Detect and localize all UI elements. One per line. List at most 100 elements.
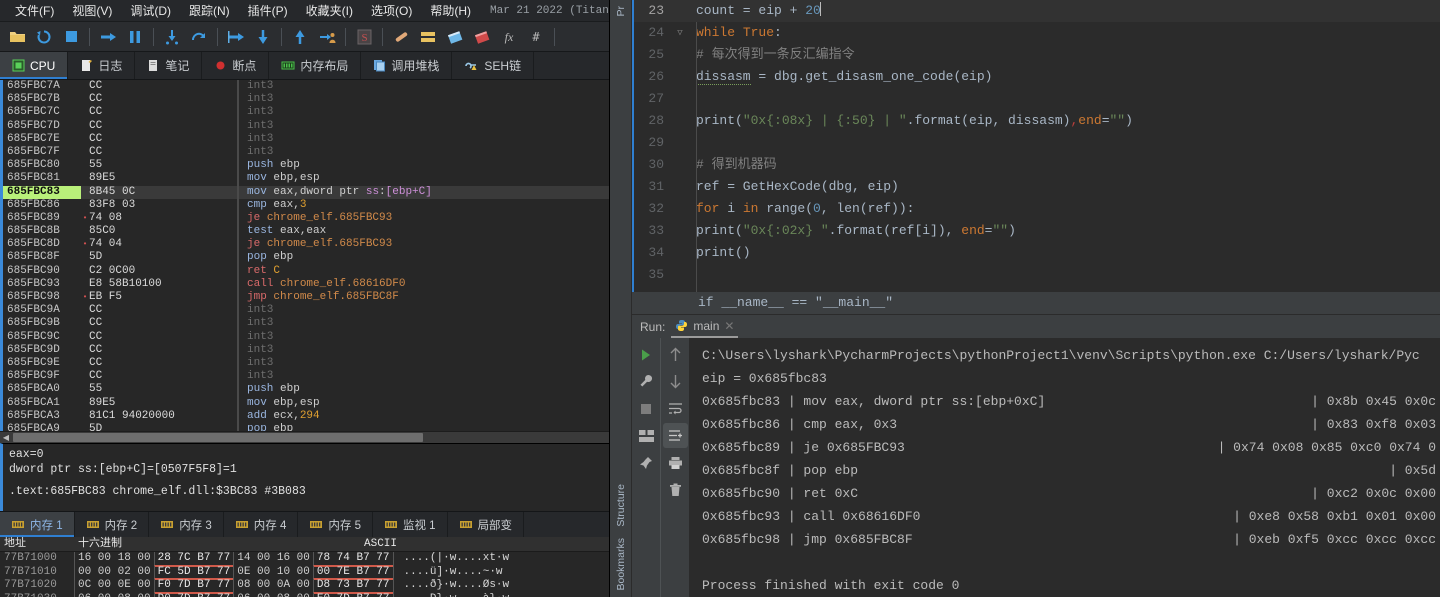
disassembly-row[interactable]: 685FBC81 89E5 mov ebp,esp xyxy=(3,172,609,186)
fold-marker[interactable]: ▽ xyxy=(672,22,688,44)
menu-plugins[interactable]: 插件(P) xyxy=(239,0,297,21)
tab-notes[interactable]: 笔记 xyxy=(135,52,203,79)
breakpoint-marker[interactable]: • xyxy=(81,212,89,225)
disassembly-row[interactable]: 685FBCA0 55 push ebp xyxy=(3,383,609,397)
layout-icon[interactable] xyxy=(634,423,659,448)
breakpoint-marker[interactable] xyxy=(81,410,89,423)
disassembly-row[interactable]: 685FBC7D CC int3 xyxy=(3,119,609,133)
disassembly-row[interactable]: 685FBC9E CC int3 xyxy=(3,356,609,371)
stop-icon[interactable] xyxy=(58,24,84,50)
disassembly-row-current[interactable]: 685FBC83 8B45 0C mov eax,dword ptr ss:[ebp… xyxy=(3,185,609,199)
breakpoint-marker[interactable] xyxy=(81,304,89,317)
breakpoint-marker[interactable] xyxy=(81,331,89,344)
fold-marker[interactable] xyxy=(672,176,688,198)
stop-icon[interactable] xyxy=(634,396,659,421)
breakpoint-marker[interactable] xyxy=(81,397,89,410)
menu-view[interactable]: 视图(V) xyxy=(63,0,121,21)
memory-tab-5[interactable]: 内存 5 xyxy=(298,512,373,538)
disassembly-row[interactable]: 685FBC9F CC int3 xyxy=(3,370,609,384)
disassembly-row[interactable]: 685FBC93 E8 58B10100 call chrome_elf.68616… xyxy=(3,277,609,291)
breakpoint-marker[interactable] xyxy=(81,186,89,199)
sidebar-item-bookmarks[interactable]: Bookmarks xyxy=(613,532,629,597)
editor-line[interactable]: 30 # 得到机器码 xyxy=(634,154,1440,176)
code-editor[interactable]: 23 count = eip + 20 24 ▽ while True: 25 # 每… xyxy=(632,0,1440,292)
fx-icon[interactable]: fx xyxy=(496,24,522,50)
editor-line[interactable]: 25 # 每次得到一条反汇编指令 xyxy=(634,44,1440,66)
breakpoint-marker[interactable] xyxy=(81,370,89,383)
breakpoint-marker[interactable] xyxy=(81,225,89,238)
step-out-icon[interactable] xyxy=(223,24,249,50)
editor-line[interactable]: 26 dissasm = dbg.get_disasm_one_code(eip… xyxy=(634,66,1440,88)
editor-line[interactable]: 27 xyxy=(634,88,1440,110)
execute-till-return-icon[interactable] xyxy=(287,24,313,50)
menu-options[interactable]: 选项(O) xyxy=(362,0,421,21)
breakpoint-marker[interactable] xyxy=(81,133,89,146)
breakpoint-marker[interactable] xyxy=(81,120,89,133)
editor-line[interactable]: 32 for i in range(0, len(ref)): xyxy=(634,198,1440,220)
fold-marker[interactable] xyxy=(672,264,688,286)
scroll-left-icon[interactable]: ◀ xyxy=(0,432,12,444)
memory-row[interactable]: 77B7103006 00 08 00D0 7D B7 7706 00 08 0… xyxy=(0,592,609,597)
fold-marker[interactable] xyxy=(672,88,688,110)
tab-breakpoints[interactable]: 断点 xyxy=(202,52,270,79)
log-icon[interactable] xyxy=(388,24,414,50)
breakpoint-marker[interactable] xyxy=(81,278,89,291)
disassembly-row[interactable]: 685FBC9B CC int3 xyxy=(3,317,609,331)
disassembly-row[interactable]: 685FBC7A CC int3 xyxy=(3,80,609,94)
breakpoint-marker[interactable] xyxy=(81,106,89,119)
breakpoint-marker[interactable] xyxy=(81,251,89,264)
memory-tab-7[interactable]: 局部变 xyxy=(448,512,525,538)
step-into-icon[interactable] xyxy=(159,24,185,50)
run-console-output[interactable]: C:\Users\lyshark\PycharmProjects\pythonP… xyxy=(690,338,1440,597)
disassembly-row[interactable]: 685FBCA3 81C1 94020000 add ecx,294 xyxy=(3,409,609,423)
breakpoint-marker[interactable] xyxy=(81,423,89,431)
menu-help[interactable]: 帮助(H) xyxy=(421,0,480,21)
fold-marker[interactable] xyxy=(672,110,688,132)
fold-marker[interactable] xyxy=(672,154,688,176)
breakpoint-marker[interactable] xyxy=(81,146,89,159)
memory-row[interactable]: 77B71020 0C 00 0E 00 F0 7D B7 77 08 00 0A 0… xyxy=(0,579,609,593)
memory-tab-3[interactable]: 内存 3 xyxy=(149,512,224,538)
fold-marker[interactable] xyxy=(672,0,688,22)
fold-marker[interactable] xyxy=(672,66,688,88)
disassembly-row[interactable]: 685FBC7B CC int3 xyxy=(3,93,609,107)
settings-icon[interactable] xyxy=(634,369,659,394)
disassembly-row[interactable]: 685FBC90 C2 0C00 ret C xyxy=(3,264,609,278)
disassembly-row[interactable]: 685FBC86 83F8 03 cmp eax,3 xyxy=(3,198,609,212)
step-over-icon[interactable] xyxy=(186,24,212,50)
sidebar-item-structure[interactable]: Structure xyxy=(613,478,629,533)
notes-icon[interactable] xyxy=(415,24,441,50)
menu-debug[interactable]: 调试(D) xyxy=(121,0,180,21)
tab-seh-chain[interactable]: SEH链 xyxy=(452,52,535,79)
run-tab-main[interactable]: main ✕ xyxy=(671,319,739,338)
soft-wrap-icon[interactable] xyxy=(663,396,688,421)
restart-icon[interactable] xyxy=(31,24,57,50)
rerun-icon[interactable] xyxy=(634,342,659,367)
disassembly-row[interactable]: 685FBC8F 5D pop ebp xyxy=(3,251,609,265)
scroll-up-icon[interactable] xyxy=(663,342,688,367)
breakpoint-marker[interactable] xyxy=(81,344,89,357)
breakpoint-marker[interactable] xyxy=(81,199,89,212)
breakpoint-marker[interactable] xyxy=(81,172,89,185)
editor-line[interactable]: 35 xyxy=(634,264,1440,286)
tab-log[interactable]: 日志 xyxy=(68,52,136,79)
hash-icon[interactable]: # xyxy=(523,24,549,50)
memory-row[interactable]: 77B71010 00 00 02 00 FC 5D B7 77 0E 00 10 0… xyxy=(0,565,609,580)
scrollbar-thumb[interactable] xyxy=(13,433,423,443)
open-file-icon[interactable] xyxy=(4,24,30,50)
memory-dump-view[interactable]: 77B71000 16 00 18 00 28 7C B7 77 14 00 16 0… xyxy=(0,552,609,597)
editor-line[interactable]: 34 print() xyxy=(634,242,1440,264)
scroll-down-icon[interactable] xyxy=(663,369,688,394)
fold-marker[interactable] xyxy=(672,220,688,242)
disassembly-row[interactable]: 685FBCA1 89E5 mov ebp,esp xyxy=(3,396,609,410)
script-icon[interactable]: S xyxy=(351,24,377,50)
menu-favourites[interactable]: 收藏夹(I) xyxy=(297,0,362,21)
fold-marker[interactable] xyxy=(672,44,688,66)
editor-line-current[interactable]: 23 count = eip + 20 xyxy=(634,0,1440,22)
breakpoints-icon[interactable] xyxy=(442,24,468,50)
pin-icon[interactable] xyxy=(634,450,659,475)
disassembly-row[interactable]: 685FBC9D CC int3 xyxy=(3,343,609,357)
editor-line[interactable]: 24 ▽ while True: xyxy=(634,22,1440,44)
menu-trace[interactable]: 跟踪(N) xyxy=(180,0,239,21)
disassembly-row[interactable]: 685FBC8D • 74 04 je chrome_elf.685FBC93 xyxy=(3,238,609,252)
